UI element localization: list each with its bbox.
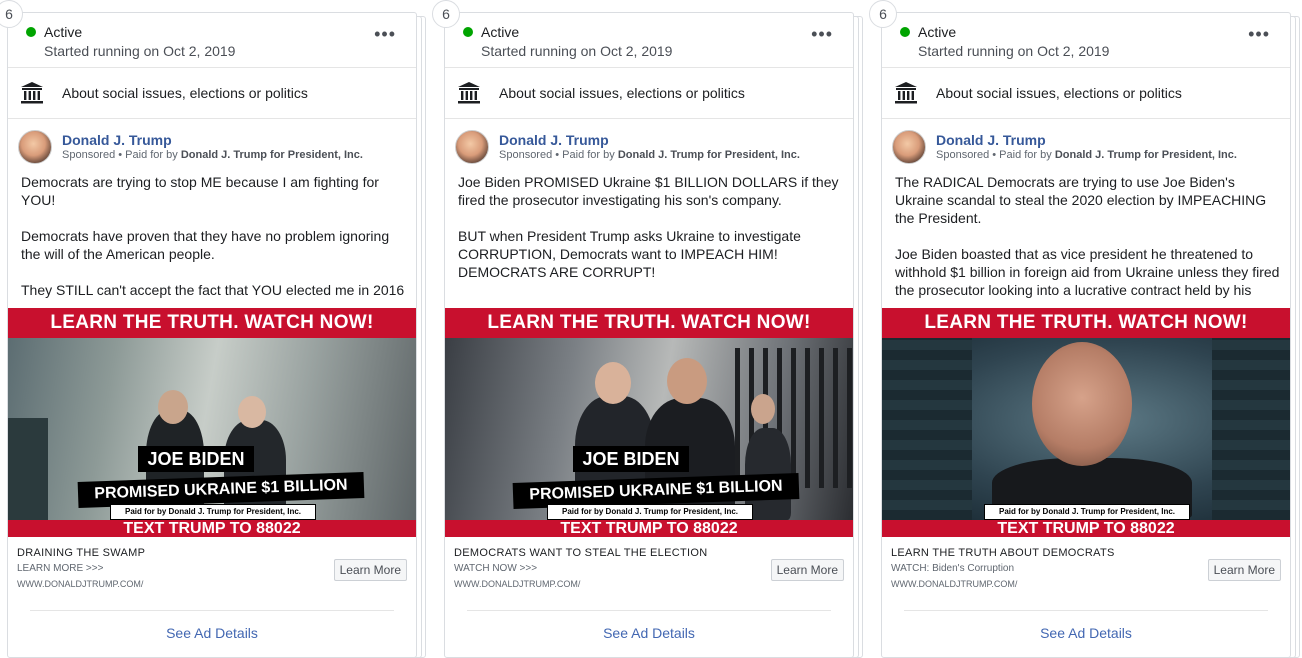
divider [445,118,853,119]
paid-by-name: Donald J. Trump for President, Inc. [1054,149,1237,161]
ad-creative-image[interactable]: LEARN THE TRUTH. WATCH NOW! Paid for by … [882,308,1290,537]
link-title[interactable]: DRAINING THE SWAMP [17,547,145,559]
creative-banner-top: LEARN THE TRUTH. WATCH NOW! [924,312,1248,333]
ad-creative-image[interactable]: LEARN THE TRUTH. WATCH NOW! JOE BIDEN PR… [8,308,416,537]
ad-card: Active Started running on Oct 2, 2019 ••… [7,12,417,658]
status-label: Active [44,23,83,40]
creative-banner-bottom: TEXT TRUMP TO 88022 [123,520,301,537]
divider [8,118,416,119]
ad-creative-image[interactable]: LEARN THE TRUTH. WATCH NOW! JOE BIDEN PR… [445,308,853,537]
sponsored-line: Sponsored • Paid for by Donald J. Trump … [499,149,800,161]
status: Active [26,23,82,41]
divider [8,67,416,68]
see-ad-details-link[interactable]: See Ad Details [8,625,416,641]
ad-body-text: Joe Biden PROMISED Ukraine $1 BILLION DO… [458,174,839,280]
status-label: Active [918,23,957,40]
creative-paid-label: Paid for by Donald J. Trump for Presiden… [110,504,316,520]
category-row: About social issues, elections or politi… [8,69,416,118]
status: Active [900,23,956,41]
divider [882,118,1290,119]
learn-more-button[interactable]: Learn More [333,559,407,581]
more-options-icon[interactable]: ••• [374,25,396,43]
divider [882,67,1290,68]
paid-by-name: Donald J. Trump for President, Inc. [617,149,800,161]
creative-banner-bottom: TEXT TRUMP TO 88022 [997,520,1175,537]
active-dot-icon [900,26,910,37]
sponsored-line: Sponsored • Paid for by Donald J. Trump … [62,149,363,161]
ad-card-1: Active Started running on Oct 2, 2019 ••… [0,0,426,658]
ad-body-text: The RADICAL Democrats are trying to use … [895,174,1280,298]
creative-caption-2: PROMISED UKRAINE $1 BILLION [77,472,365,508]
page-name-link[interactable]: Donald J. Trump [936,132,1046,148]
ad-count-badge: 6 [432,0,460,28]
creative-banner-bottom: TEXT TRUMP TO 88022 [560,520,738,537]
started-running-date: Started running on Oct 2, 2019 [918,43,1110,59]
ad-card: Active Started running on Oct 2, 2019 ••… [881,12,1291,658]
ad-card: Active Started running on Oct 2, 2019 ••… [444,12,854,658]
category-label: About social issues, elections or politi… [499,85,745,101]
category-label: About social issues, elections or politi… [936,85,1182,101]
learn-more-button[interactable]: Learn More [770,559,844,581]
link-description[interactable]: WATCH NOW >>> [454,563,537,574]
ad-card-2: Active Started running on Oct 2, 2019 ••… [432,0,863,658]
category-label: About social issues, elections or politi… [62,85,308,101]
creative-paid-label: Paid for by Donald J. Trump for Presiden… [547,504,753,520]
category-row: About social issues, elections or politi… [882,69,1290,118]
status-label: Active [481,23,520,40]
divider [30,610,394,611]
divider [904,610,1268,611]
ad-count-badge: 6 [869,0,897,28]
link-url[interactable]: WWW.DONALDJTRUMP.COM/ [454,579,580,589]
link-description[interactable]: LEARN MORE >>> [17,563,103,574]
ad-card-3: Active Started running on Oct 2, 2019 ••… [869,0,1300,658]
page-name-link[interactable]: Donald J. Trump [62,132,172,148]
category-row: About social issues, elections or politi… [445,69,853,118]
divider [445,67,853,68]
avatar[interactable] [18,130,52,164]
page-name-link[interactable]: Donald J. Trump [499,132,609,148]
link-title[interactable]: LEARN THE TRUTH ABOUT DEMOCRATS [891,547,1115,559]
see-ad-details-link[interactable]: See Ad Details [882,625,1290,641]
learn-more-button[interactable]: Learn More [1207,559,1281,581]
avatar[interactable] [892,130,926,164]
creative-photo: JOE BIDEN PROMISED UKRAINE $1 BILLION Pa… [8,338,416,520]
creative-photo: Paid for by Donald J. Trump for Presiden… [882,338,1290,520]
link-url[interactable]: WWW.DONALDJTRUMP.COM/ [17,579,143,589]
sponsored-line: Sponsored • Paid for by Donald J. Trump … [936,149,1237,161]
started-running-date: Started running on Oct 2, 2019 [481,43,673,59]
creative-banner-top: LEARN THE TRUTH. WATCH NOW! [487,312,811,333]
creative-caption-1: JOE BIDEN [138,446,254,472]
bank-building-icon [895,82,917,104]
active-dot-icon [26,26,36,37]
creative-paid-label: Paid for by Donald J. Trump for Presiden… [984,504,1190,520]
more-options-icon[interactable]: ••• [1248,25,1270,43]
creative-banner-top: LEARN THE TRUTH. WATCH NOW! [50,312,374,333]
avatar[interactable] [455,130,489,164]
active-dot-icon [463,26,473,37]
creative-caption-1: JOE BIDEN [573,446,689,472]
status: Active [463,23,519,41]
creative-photo: JOE BIDEN PROMISED UKRAINE $1 BILLION Pa… [445,338,853,520]
paid-by-name: Donald J. Trump for President, Inc. [180,149,363,161]
bank-building-icon [458,82,480,104]
divider [467,610,831,611]
started-running-date: Started running on Oct 2, 2019 [44,43,236,59]
ad-body-text: Democrats are trying to stop ME because … [21,174,405,298]
link-url[interactable]: WWW.DONALDJTRUMP.COM/ [891,579,1017,589]
see-ad-details-link[interactable]: See Ad Details [445,625,853,641]
link-description[interactable]: WATCH: Biden's Corruption [891,563,1014,574]
more-options-icon[interactable]: ••• [811,25,833,43]
link-title[interactable]: DEMOCRATS WANT TO STEAL THE ELECTION [454,547,707,559]
bank-building-icon [21,82,43,104]
